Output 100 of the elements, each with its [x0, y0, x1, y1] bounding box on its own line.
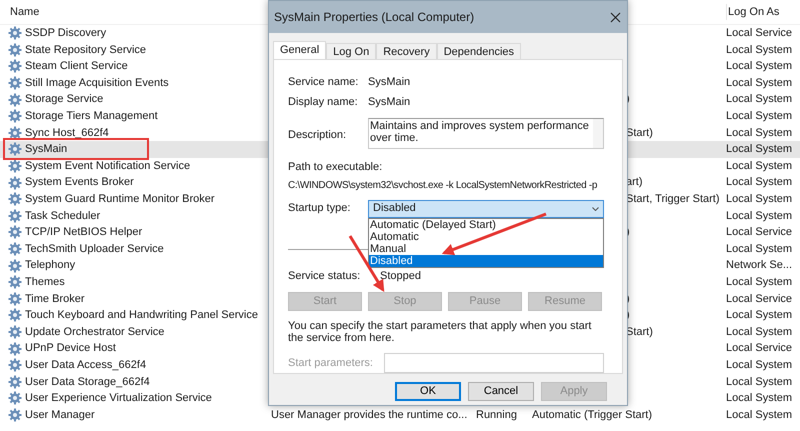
tab[interactable]: Recovery [376, 43, 437, 59]
log-on-as-text: Local System [726, 126, 792, 141]
service-name: Steam Client Service [25, 59, 128, 74]
gear-icon [8, 208, 22, 223]
gear-icon [8, 126, 22, 140]
log-on-as-text: Local System [726, 242, 792, 257]
gear-icon [8, 292, 22, 306]
gear-icon [8, 391, 22, 406]
dropdown-option[interactable]: Disabled [369, 254, 603, 266]
log-on-as-text: Local System [726, 408, 792, 423]
gear-icon [8, 59, 22, 74]
service-name: Touch Keyboard and Handwriting Panel Service [25, 308, 258, 324]
service-name: TCP/IP NetBIOS Helper [25, 225, 142, 240]
field-value: SysMain [368, 74, 410, 90]
gear-icon [8, 408, 22, 422]
log-on-as-text: Local System [726, 142, 792, 158]
field-label: Display name: [288, 94, 359, 110]
log-on-as-text: Local System [726, 76, 792, 91]
log-on-as-text: Local System [726, 192, 792, 207]
log-on-as-text: Local System [726, 109, 792, 124]
service-name: TechSmith Uploader Service [25, 242, 164, 257]
gear-icon [8, 92, 22, 107]
log-on-as-text: Local System [726, 92, 792, 108]
startup-type-dropdown[interactable]: Disabled [368, 200, 604, 218]
gear-icon [8, 308, 22, 322]
gear-icon [8, 374, 22, 389]
gear-icon [8, 192, 22, 206]
log-on-as-text: Local Service [726, 225, 792, 240]
log-on-as-text: Local System [726, 59, 792, 74]
path-text: C:\WINDOWS\system32\svchost.exe -k LocalSystemNetworkRestricted -p [288, 178, 598, 192]
dropdown-option[interactable]: Automatic (Delayed Start) [369, 218, 603, 230]
log-on-as-text: Local Service [726, 26, 792, 42]
tab[interactable]: Dependencies [436, 43, 522, 59]
field-label: Path to executable: [288, 160, 384, 175]
gear-icon [8, 358, 22, 372]
field-label: Start parameters: [288, 356, 374, 371]
log-on-as-text: Local System [726, 374, 792, 390]
status-text: Running [476, 408, 518, 423]
service-name: Sync Host_662f4 [25, 126, 109, 141]
log-on-as-text: Local System [726, 308, 792, 324]
field-value: Stopped [380, 268, 421, 284]
service-name: State Repository Service [25, 42, 146, 58]
service-name: Storage Service [25, 92, 104, 108]
log-on-as-text: Local System [726, 42, 792, 58]
gear-icon [8, 176, 22, 190]
service-name: Update Orchestrator Service [25, 324, 164, 340]
field-label: Description: [288, 128, 348, 143]
scrollbar[interactable] [593, 119, 603, 148]
field-label: Service name: [288, 74, 360, 90]
service-name: Task Scheduler [25, 208, 100, 224]
gear-icon [8, 275, 22, 290]
field-value: SysMain [368, 94, 410, 110]
tab[interactable]: Log On [326, 43, 376, 59]
log-on-as-text: Local Service [726, 341, 792, 356]
close-icon[interactable] [610, 12, 621, 22]
log-on-as-text: Local System [726, 175, 792, 190]
gear-icon [8, 324, 22, 339]
hint-text: You can specify the start parameters that apply when you start the service from here. [288, 320, 592, 344]
log-on-as-text: Local System [726, 274, 792, 290]
field-label: Startup type: [288, 201, 352, 216]
dialog-button[interactable]: Cancel [468, 382, 534, 401]
service-name: UPnP Device Host [25, 341, 116, 356]
service-name: System Event Notification Service [25, 158, 190, 174]
dialog-button[interactable]: OK [395, 382, 461, 401]
window-title: SysMain Properties (Local Computer) [274, 9, 474, 26]
dropdown-option[interactable]: Manual [369, 242, 603, 254]
description-text: User Manager provides the runtime co... [271, 408, 468, 423]
start-parameters-field[interactable] [384, 353, 604, 373]
gear-icon [8, 159, 22, 174]
column-header[interactable]: Log On As [726, 4, 796, 20]
gear-icon [8, 42, 22, 57]
service-name: System Guard Runtime Monitor Broker [25, 192, 215, 207]
log-on-as-text: Local System [726, 358, 792, 373]
log-on-as-text: Local System [726, 391, 792, 406]
service-name: SysMain [25, 142, 68, 158]
gear-icon [8, 76, 22, 90]
gear-icon [8, 109, 22, 124]
dropdown-option[interactable]: Automatic [369, 230, 603, 242]
log-on-as-text: Local System [726, 208, 792, 224]
service-name: System Events Broker [25, 175, 134, 190]
service-name: Time Broker [25, 292, 84, 307]
startup-type-text: Automatic (Trigger Start) [532, 408, 652, 423]
description-box[interactable]: Maintains and improves system performance over time. [368, 118, 604, 149]
gear-icon [8, 242, 22, 256]
service-name: User Experience Virtualization Service [25, 391, 212, 406]
service-name: SSDP Discovery [25, 26, 106, 42]
field-label: Service status: [288, 268, 362, 284]
log-on-as-text: Network Se... [726, 258, 792, 274]
service-name: User Manager [25, 408, 95, 423]
service-name: Themes [25, 274, 65, 290]
service-name: User Data Storage_662f4 [25, 374, 150, 390]
log-on-as-text: Local System [726, 158, 792, 174]
gear-icon [8, 342, 22, 356]
service-name: Storage Tiers Management [25, 109, 158, 124]
service-name: Telephony [25, 258, 76, 274]
gear-icon [8, 258, 22, 273]
tab[interactable]: General [273, 41, 326, 59]
log-on-as-text: Local System [726, 324, 792, 340]
service-name: Still Image Acquisition Events [25, 76, 169, 91]
service-name: User Data Access_662f4 [25, 358, 146, 373]
